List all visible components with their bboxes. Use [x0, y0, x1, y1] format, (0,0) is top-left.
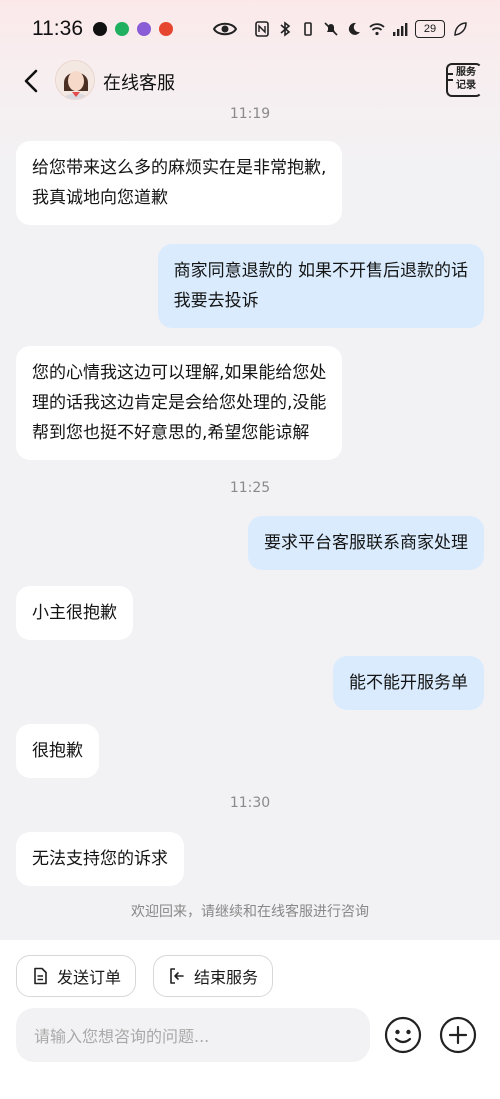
status-bar: 11:36 29	[0, 0, 500, 58]
end-service-label: 结束服务	[194, 968, 259, 987]
message-line: 我真诚地向您道歉	[32, 188, 168, 208]
message-line: 商家同意退款的 如果不开售后退款的话	[173, 261, 468, 281]
record-label-line2: 记录	[456, 80, 476, 91]
message-input[interactable]: 请输入您想咨询的问题...	[16, 1008, 370, 1062]
input-placeholder: 请输入您想咨询的问题...	[34, 1027, 210, 1046]
bluetooth-icon	[280, 21, 291, 37]
end-service-button[interactable]: 结束服务	[153, 955, 274, 997]
list-line	[447, 79, 453, 81]
message-line: 您的心情我这边可以理解,如果能给您处	[32, 363, 327, 383]
qq-icon	[93, 22, 107, 36]
moon-icon	[348, 22, 360, 35]
send-order-button[interactable]: 发送订单	[16, 955, 137, 997]
service-record-button[interactable]: 服务 记录	[446, 63, 482, 97]
nfc-icon	[255, 21, 269, 37]
timestamp: 11:19	[229, 106, 271, 122]
battery-indicator: 29	[415, 20, 445, 38]
user-message: 商家同意退款的 如果不开售后退款的话 我要去投诉	[157, 244, 484, 328]
message-line: 帮到您也挺不好意思的,希望您能谅解	[32, 423, 310, 443]
chat-header: 在线客服 服务 记录	[0, 58, 500, 104]
record-label-line1: 服务	[456, 67, 476, 78]
back-arrow-icon[interactable]	[18, 67, 46, 95]
emoji-icon[interactable]	[384, 1016, 422, 1054]
agent-message: 无法支持您的诉求	[16, 832, 184, 886]
message-line: 能不能开服务单	[349, 673, 468, 693]
user-message: 能不能开服务单	[333, 656, 484, 710]
agent-message: 给您带来这么多的麻烦实在是非常抱歉, 我真诚地向您道歉	[16, 141, 343, 225]
agent-message: 小主很抱歉	[16, 586, 133, 640]
plus-icon[interactable]	[439, 1016, 477, 1054]
agent-avatar	[55, 60, 95, 100]
wifi-icon	[369, 23, 385, 36]
message-line: 小主很抱歉	[32, 603, 117, 623]
message-line: 很抱歉	[32, 741, 83, 761]
message-line: 给您带来这么多的麻烦实在是非常抱歉,	[32, 158, 327, 178]
message-line: 要求平台客服联系商家处理	[264, 533, 468, 553]
exit-icon	[170, 968, 184, 984]
send-order-label: 发送订单	[57, 968, 122, 987]
mute-icon	[324, 22, 338, 36]
welcome-notice: 欢迎回来，请继续和在线客服进行咨询	[131, 904, 369, 920]
taobao-icon	[159, 22, 173, 36]
user-message: 要求平台客服联系商家处理	[248, 516, 484, 570]
list-line	[447, 73, 453, 75]
notification-icons	[93, 22, 173, 36]
message-line: 理的话我这边肯定是会给您处理的,没能	[32, 393, 327, 413]
message-line: 无法支持您的诉求	[32, 849, 168, 869]
timestamp: 11:30	[229, 795, 271, 811]
eye-icon	[213, 22, 237, 36]
page-title: 在线客服	[103, 73, 175, 94]
document-icon	[34, 967, 47, 985]
message-line: 我要去投诉	[173, 291, 259, 311]
bottom-panel: 发送订单 结束服务 请输入您想咨询的问题...	[0, 940, 500, 1099]
agent-message: 很抱歉	[16, 724, 99, 778]
agent-message: 您的心情我这边可以理解,如果能给您处 理的话我这边肯定是会给您处理的,没能 帮到…	[16, 346, 343, 460]
app-icon	[137, 22, 151, 36]
vibrate-icon	[304, 22, 312, 36]
timestamp: 11:25	[229, 480, 271, 496]
wechat-icon	[115, 22, 129, 36]
signal-icon	[393, 23, 408, 36]
leaf-icon	[454, 22, 467, 36]
status-time: 11:36	[32, 17, 83, 40]
